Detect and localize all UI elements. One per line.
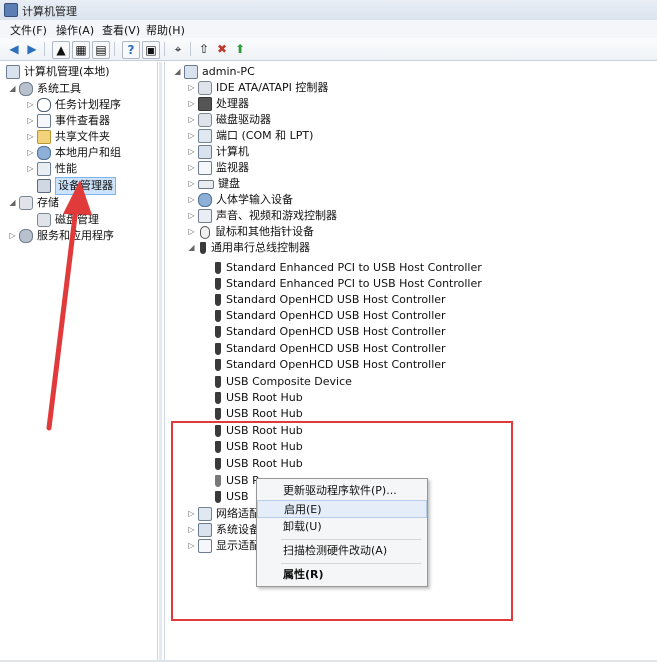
annotation-arrow: [46, 180, 92, 431]
arrow-head: [63, 180, 92, 215]
arrow-shaft: [46, 205, 79, 431]
